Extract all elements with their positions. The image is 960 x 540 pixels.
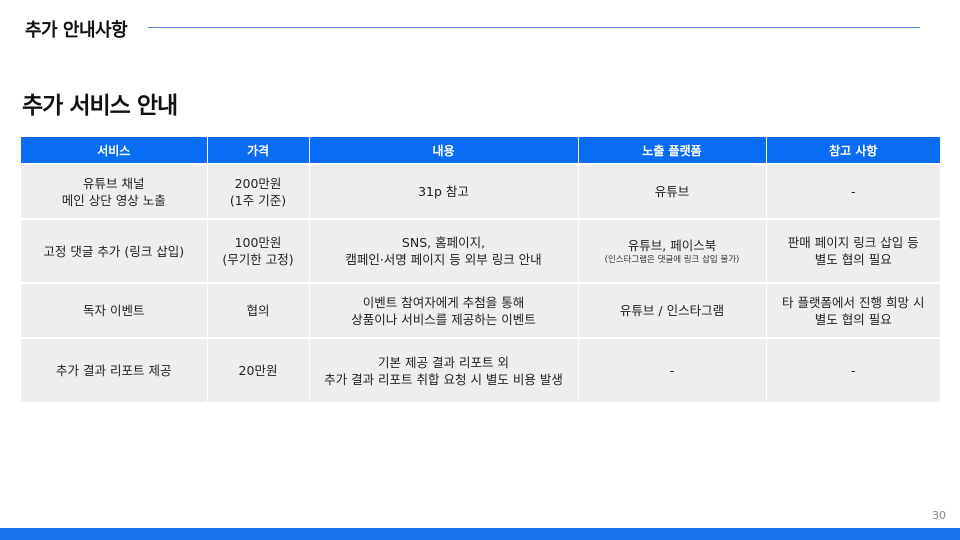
content-line: 상품이나 서비스를 제공하는 이벤트 xyxy=(351,311,536,327)
price-line: (무기한 고정) xyxy=(222,252,294,267)
price-cell: 20만원 xyxy=(207,337,310,402)
table-row: 유튜브 채널 메인 상단 영상 노출 200만원 (1주 기준) 31p 참고 … xyxy=(21,163,940,219)
header-title: 추가 안내사항 xyxy=(25,20,128,41)
note-cell: 타 플랫폼에서 진행 희망 시 별도 협의 필요 xyxy=(766,282,940,338)
content-line: 추가 결과 리포트 취합 요청 시 별도 비용 발생 xyxy=(324,371,563,387)
platform-note: (인스타그램은 댓글에 링크 삽입 불가) xyxy=(604,254,740,265)
platform-cell: - xyxy=(578,337,767,402)
platform-line: 유튜브 / 인스타그램 xyxy=(619,303,725,318)
note-line: 별도 협의 필요 xyxy=(814,311,892,327)
content-line: 캠페인·서명 페이지 등 외부 링크 안내 xyxy=(345,252,542,267)
price-line: 200만원 xyxy=(234,175,282,191)
note-line: - xyxy=(850,363,856,378)
price-line: 100만원 xyxy=(234,235,282,250)
column-header-service: 서비스 xyxy=(21,137,208,164)
column-header-price: 가격 xyxy=(207,137,310,164)
service-cell: 유튜브 채널 메인 상단 영상 노출 xyxy=(21,163,208,219)
platform-cell: 유튜브, 페이스북 (인스타그램은 댓글에 링크 삽입 불가) xyxy=(578,218,767,283)
table-row: 추가 결과 리포트 제공 20만원 기본 제공 결과 리포트 외 추가 결과 리… xyxy=(21,337,940,402)
service-line: 메인 상단 영상 노출 xyxy=(61,192,166,208)
note-cell: - xyxy=(766,163,940,219)
bottom-accent-bar xyxy=(0,528,960,540)
content-cell: SNS, 홈페이지, 캠페인·서명 페이지 등 외부 링크 안내 xyxy=(309,218,579,283)
note-cell: 판매 페이지 링크 삽입 등 별도 협의 필요 xyxy=(766,218,940,283)
header-divider xyxy=(148,27,920,28)
content-line: 31p 참고 xyxy=(418,184,469,199)
column-header-platform: 노출 플랫폼 xyxy=(578,137,767,164)
service-line: 독자 이벤트 xyxy=(83,303,145,318)
content-line: SNS, 홈페이지, xyxy=(401,235,486,250)
section-title: 추가 서비스 안내 xyxy=(22,93,178,119)
table-row: 독자 이벤트 협의 이벤트 참여자에게 추첨을 통해 상품이나 서비스를 제공하… xyxy=(21,282,940,338)
service-line: 유튜브 채널 xyxy=(83,175,145,191)
price-line: 협의 xyxy=(246,303,270,318)
page-number: 30 xyxy=(932,509,946,522)
note-line: - xyxy=(850,184,856,199)
price-line: (1주 기준) xyxy=(229,192,287,208)
content-cell: 기본 제공 결과 리포트 외 추가 결과 리포트 취합 요청 시 별도 비용 발… xyxy=(309,337,579,402)
content-line: 기본 제공 결과 리포트 외 xyxy=(378,354,509,370)
content-cell: 이벤트 참여자에게 추첨을 통해 상품이나 서비스를 제공하는 이벤트 xyxy=(309,282,579,338)
price-cell: 200만원 (1주 기준) xyxy=(207,163,310,219)
content-line: 이벤트 참여자에게 추첨을 통해 xyxy=(362,294,525,310)
price-line: 20만원 xyxy=(238,363,278,378)
platform-line: - xyxy=(669,363,675,378)
platform-cell: 유튜브 / 인스타그램 xyxy=(578,282,767,338)
note-cell: - xyxy=(766,337,940,402)
services-table: 서비스 가격 내용 노출 플랫폼 참고 사항 유튜브 채널 메인 상단 영상 노… xyxy=(21,137,940,402)
price-cell: 협의 xyxy=(207,282,310,338)
platform-cell: 유튜브 xyxy=(578,163,767,219)
service-cell: 고정 댓글 추가 (링크 삽입) xyxy=(21,218,208,283)
price-cell: 100만원 (무기한 고정) xyxy=(207,218,310,283)
table-row: 고정 댓글 추가 (링크 삽입) 100만원 (무기한 고정) SNS, 홈페이… xyxy=(21,218,940,283)
note-line: 타 플랫폼에서 진행 희망 시 xyxy=(782,294,925,310)
column-header-note: 참고 사항 xyxy=(766,137,940,164)
content-cell: 31p 참고 xyxy=(309,163,579,219)
platform-line: 유튜브 xyxy=(654,184,690,199)
service-cell: 독자 이벤트 xyxy=(21,282,208,338)
service-line: 추가 결과 리포트 제공 xyxy=(56,363,172,378)
table-header-row: 서비스 가격 내용 노출 플랫폼 참고 사항 xyxy=(21,137,940,164)
note-line: 판매 페이지 링크 삽입 등 xyxy=(787,235,919,250)
note-line: 별도 협의 필요 xyxy=(814,252,892,267)
platform-line: 유튜브, 페이스북 xyxy=(627,237,717,253)
service-line: 고정 댓글 추가 (링크 삽입) xyxy=(43,243,185,259)
service-cell: 추가 결과 리포트 제공 xyxy=(21,337,208,402)
column-header-content: 내용 xyxy=(309,137,579,164)
